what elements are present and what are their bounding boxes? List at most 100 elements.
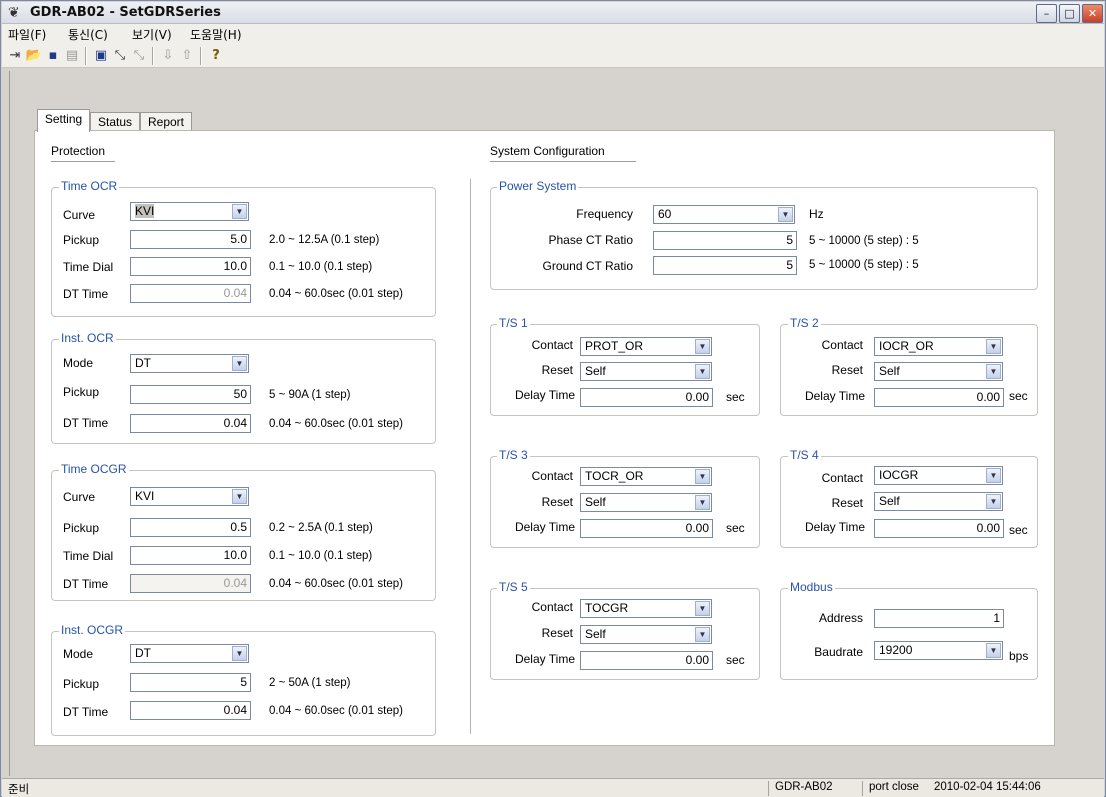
dt-time-label: DT Time <box>63 705 109 719</box>
pickup-range: 5 ~ 90A (1 step) <box>269 389 351 401</box>
ts2-delay-input[interactable]: 0.00 <box>874 388 1004 407</box>
time-ocgr-dt-input[interactable]: 0.04 <box>130 574 251 593</box>
inst-ocr-pickup-input[interactable]: 50 <box>130 385 251 404</box>
close-button[interactable]: ✕ <box>1082 4 1103 23</box>
ts3-delay-input[interactable]: 0.00 <box>580 519 713 538</box>
toolbar-separator <box>152 47 154 65</box>
ts4-title: T/S 4 <box>788 448 821 462</box>
delay-time-label: Delay Time <box>514 520 575 534</box>
document-icon[interactable]: ▤ <box>63 47 81 65</box>
connect-icon[interactable]: ⤡ <box>111 47 129 65</box>
dt-range: 0.04 ~ 60.0sec (0.01 step) <box>269 578 403 590</box>
menu-bar: 파일(F) 통신(C) 보기(V) 도움말(H) <box>2 24 1104 44</box>
ts1-reset-select[interactable]: Self ▼ <box>580 362 712 381</box>
baudrate-label: Baudrate <box>814 645 863 659</box>
time-ocr-pickup-input[interactable]: 5.0 <box>130 230 251 249</box>
window-title: GDR-AB02 - SetGDRSeries <box>30 5 221 20</box>
ts1-contact-select[interactable]: PROT_OR ▼ <box>580 337 712 356</box>
baudrate-select[interactable]: 19200 ▼ <box>874 641 1003 660</box>
inst-ocr-title: Inst. OCR <box>59 331 116 345</box>
time-ocr-dt-input[interactable]: 0.04 <box>130 284 251 303</box>
chevron-down-icon: ▼ <box>695 601 710 616</box>
save-icon[interactable]: ▪ <box>44 47 62 65</box>
system-config-underline <box>490 161 636 162</box>
ts5-reset-select[interactable]: Self ▼ <box>580 625 712 644</box>
curve-label: Curve <box>63 490 96 504</box>
dt-range: 0.04 ~ 60.0sec (0.01 step) <box>269 705 403 717</box>
computer-icon[interactable]: ▣ <box>92 47 110 65</box>
modbus-address-input[interactable]: 1 <box>874 609 1004 628</box>
time-ocr-title: Time OCR <box>59 179 120 193</box>
minimize-button[interactable]: – <box>1036 4 1057 23</box>
menu-view[interactable]: 보기(V) <box>132 26 172 43</box>
menu-comm[interactable]: 통신(C) <box>68 26 108 43</box>
status-device: GDR-AB02 <box>768 781 860 796</box>
ts5-contact-select[interactable]: TOCGR ▼ <box>580 599 712 618</box>
frequency-label: Frequency <box>576 207 633 221</box>
exit-icon[interactable]: ⇥ <box>6 47 24 65</box>
chevron-down-icon: ▼ <box>695 627 710 642</box>
inst-ocgr-mode-select[interactable]: DT ▼ <box>130 644 249 663</box>
phase-ct-input[interactable]: 5 <box>653 231 797 250</box>
title-bar[interactable]: ❦ GDR-AB02 - SetGDRSeries – □ ✕ <box>2 2 1104 24</box>
menu-help[interactable]: 도움말(H) <box>190 26 242 43</box>
ts1-delay-input[interactable]: 0.00 <box>580 388 713 407</box>
phase-ct-range: 5 ~ 10000 (5 step) : 5 <box>809 235 919 247</box>
ts5-delay-input[interactable]: 0.00 <box>580 651 713 670</box>
tab-status[interactable]: Status <box>90 112 140 132</box>
tab-report[interactable]: Report <box>140 112 192 132</box>
dt-range: 0.04 ~ 60.0sec (0.01 step) <box>269 288 403 300</box>
sec-unit: sec <box>1009 389 1028 403</box>
contact-label: Contact <box>531 469 573 483</box>
help-icon[interactable]: ? <box>207 47 225 65</box>
chevron-down-icon: ▼ <box>986 364 1001 379</box>
contact-label: Contact <box>531 600 573 614</box>
time-ocgr-curve-select[interactable]: KVI ▼ <box>130 487 249 506</box>
time-ocr-dial-input[interactable]: 10.0 <box>130 257 251 276</box>
sec-unit: sec <box>726 390 745 404</box>
contact-label: Contact <box>821 471 863 485</box>
chevron-down-icon: ▼ <box>232 646 247 661</box>
download-icon[interactable]: ⇩ <box>159 47 177 65</box>
tab-setting[interactable]: Setting <box>37 109 90 132</box>
ts2-reset-select[interactable]: Self ▼ <box>874 362 1003 381</box>
time-ocgr-pickup-input[interactable]: 0.5 <box>130 518 251 537</box>
mode-label: Mode <box>63 356 94 370</box>
protection-title: Protection <box>51 144 106 158</box>
status-port: port close <box>862 781 932 796</box>
ground-ct-input[interactable]: 5 <box>653 256 797 275</box>
inst-ocgr-dt-input[interactable]: 0.04 <box>130 701 251 720</box>
bps-unit: bps <box>1009 649 1029 663</box>
delay-time-label: Delay Time <box>514 652 575 666</box>
ts4-delay-input[interactable]: 0.00 <box>874 519 1004 538</box>
status-datetime: 2010-02-04 15:44:06 <box>934 781 1041 793</box>
status-ready: 준비 <box>8 784 30 796</box>
ts2-contact-select[interactable]: IOCR_OR ▼ <box>874 337 1003 356</box>
frequency-unit: Hz <box>809 207 824 221</box>
disconnect-icon[interactable]: ⤡ <box>130 47 148 65</box>
ts3-contact-select[interactable]: TOCR_OR ▼ <box>580 467 712 486</box>
ts4-contact-select[interactable]: IOCGR ▼ <box>874 466 1003 485</box>
ts4-reset-select[interactable]: Self ▼ <box>874 492 1003 511</box>
pickup-label: Pickup <box>63 385 100 399</box>
time-ocgr-title: Time OCGR <box>59 462 129 476</box>
toolbar: ⇥ 📂 ▪ ▤ ▣ ⤡ ⤡ ⇩ ⇧ ? <box>2 44 1104 68</box>
upload-icon[interactable]: ⇧ <box>178 47 196 65</box>
sec-unit: sec <box>1009 523 1028 537</box>
chevron-down-icon: ▼ <box>232 489 247 504</box>
pickup-label: Pickup <box>63 521 100 535</box>
ts3-reset-select[interactable]: Self ▼ <box>580 493 712 512</box>
mode-label: Mode <box>63 647 94 661</box>
inst-ocgr-pickup-input[interactable]: 5 <box>130 673 251 692</box>
pickup-range: 0.2 ~ 2.5A (0.1 step) <box>269 522 373 534</box>
time-ocgr-dial-input[interactable]: 10.0 <box>130 546 251 565</box>
maximize-button[interactable]: □ <box>1059 4 1080 23</box>
chevron-down-icon: ▼ <box>695 339 710 354</box>
time-ocr-curve-select[interactable]: KVI ▼ <box>130 202 249 221</box>
frequency-select[interactable]: 60 ▼ <box>653 205 795 224</box>
menu-file[interactable]: 파일(F) <box>8 26 46 43</box>
inst-ocr-mode-select[interactable]: DT ▼ <box>130 354 249 373</box>
open-folder-icon[interactable]: 📂 <box>25 47 43 65</box>
delay-time-label: Delay Time <box>804 520 865 534</box>
inst-ocr-dt-input[interactable]: 0.04 <box>130 414 251 433</box>
